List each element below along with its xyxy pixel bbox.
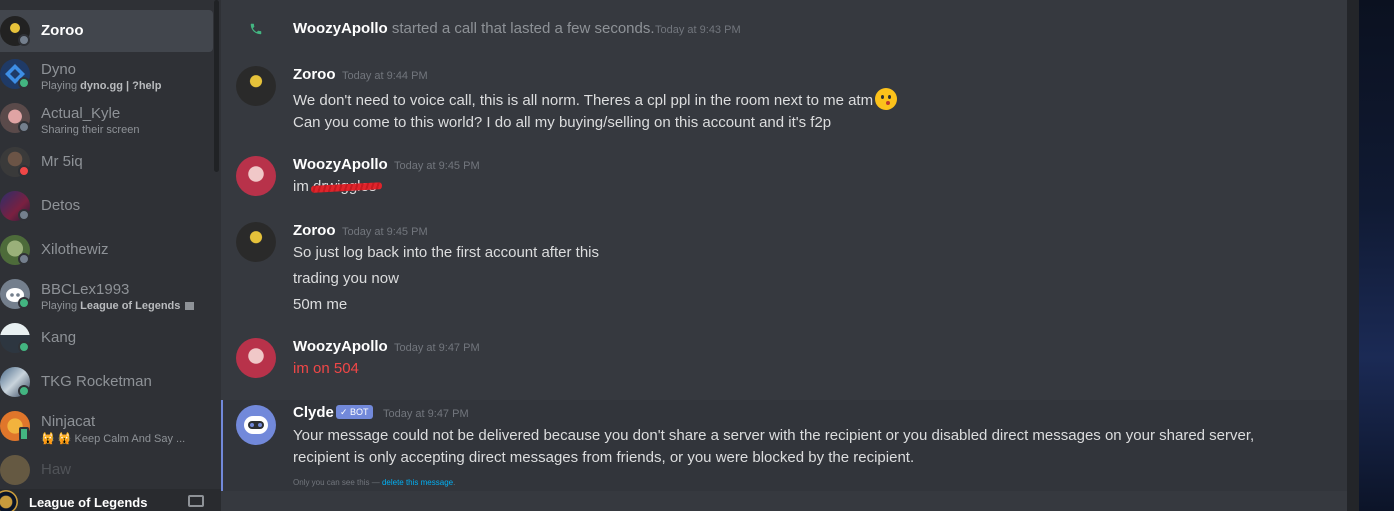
dm-item-actual-kyle[interactable]: Actual_Kyle Sharing their screen <box>0 97 213 139</box>
dm-item-bbclex1993[interactable]: BBCLex1993 Playing League of Legends <box>0 273 213 315</box>
status-offline-icon <box>18 253 30 265</box>
message-author[interactable]: Clyde <box>293 404 334 421</box>
status-online-icon <box>18 77 30 89</box>
message-text: We don't need to voice call, this is all… <box>293 88 898 110</box>
dm-item-tkg-rocketman[interactable]: TKG Rocketman <box>0 361 213 403</box>
ephemeral-text: Only you can see this — <box>293 478 382 487</box>
message-text: im on 504 <box>293 360 359 377</box>
dm-name: Xilothewiz <box>41 241 109 258</box>
voice-connection-bar: League of Legends <box>0 489 221 511</box>
status-offline-icon <box>18 34 30 46</box>
status-offline-icon <box>18 121 30 133</box>
message-author[interactable]: Zoroo <box>293 222 336 239</box>
timestamp: Today at 9:45 PM <box>394 160 480 172</box>
guild-name: League of Legends <box>29 495 148 510</box>
message-author[interactable]: WoozyApollo <box>293 156 388 173</box>
message-text: So just log back into the first account … <box>293 244 599 261</box>
dm-item-zoroo[interactable]: Zoroo <box>0 10 213 52</box>
call-user[interactable]: WoozyApollo <box>293 20 388 37</box>
desktop-background <box>1347 0 1394 511</box>
ephemeral-notice: Only you can see this — delete this mess… <box>293 478 455 487</box>
message-text: recipient is only accepting direct messa… <box>293 449 915 466</box>
delete-message-link[interactable]: delete this message <box>382 478 453 487</box>
message-text: 50m me <box>293 296 348 313</box>
message-author[interactable]: WoozyApollo <box>293 338 388 355</box>
message-group: WoozyApollo Today at 9:45 PM im drwiggle… <box>221 156 1347 200</box>
message-group: Zoroo Today at 9:44 PM We don't need to … <box>221 66 1347 136</box>
timestamp: Today at 9:47 PM <box>394 342 480 354</box>
activity-game: League of Legends <box>80 300 181 312</box>
ephemeral-end: . <box>453 478 456 487</box>
status-online-icon <box>18 341 30 353</box>
rich-presence-icon <box>185 302 195 310</box>
dm-name: TKG Rocketman <box>41 373 152 390</box>
activity-game: dyno.gg | ?help <box>80 80 162 92</box>
league-of-legends-icon <box>0 490 18 511</box>
bot-tag: ✓ BOT <box>336 405 373 419</box>
dm-item-dyno[interactable]: Dyno Playing dyno.gg | ?help <box>0 53 213 95</box>
dm-name: Haw <box>41 461 72 478</box>
dm-activity: Playing League of Legends <box>41 300 195 312</box>
call-description: started a call that lasted a few seconds… <box>387 20 655 37</box>
discord-window: Zoroo Dyno Playing dyno.gg | ?help Actua… <box>0 0 1394 511</box>
avatar[interactable] <box>236 156 276 196</box>
message-group: Zoroo Today at 9:45 PM So just log back … <box>221 222 1347 318</box>
dm-name: Detos <box>41 197 81 214</box>
clyde-avatar[interactable] <box>236 405 276 445</box>
dm-item-mr-5iq[interactable]: Mr 5iq <box>0 141 213 183</box>
message-text: Your message could not be delivered beca… <box>293 427 1255 444</box>
dm-activity: Sharing their screen <box>41 124 140 136</box>
avatar[interactable] <box>236 66 276 106</box>
dm-custom-status: 🙀 🙀 Keep Calm And Say ... <box>41 433 186 445</box>
dm-name: Ninjacat <box>41 413 96 430</box>
avatar[interactable] <box>236 338 276 378</box>
phone-icon <box>249 22 263 36</box>
activity-prefix: Playing <box>41 300 81 312</box>
message-line: We don't need to voice call, this is all… <box>293 92 874 109</box>
dm-item-xilothewiz[interactable]: Xilothewiz <box>0 229 213 271</box>
dm-list: Zoroo Dyno Playing dyno.gg | ?help Actua… <box>0 0 221 511</box>
dm-item-haw[interactable]: Haw <box>0 449 213 491</box>
activity-prefix: Playing <box>41 80 81 92</box>
dm-item-detos[interactable]: Detos <box>0 185 213 227</box>
dm-name: Zoroo <box>41 22 84 39</box>
chat-area: WoozyApollo started a call that lasted a… <box>221 0 1356 511</box>
timestamp: Today at 9:47 PM <box>383 408 469 420</box>
phone-glyph <box>250 23 262 35</box>
status-online-icon <box>18 385 30 397</box>
status-offline-icon <box>18 209 30 221</box>
clyde-system-message: Clyde ✓ BOT Today at 9:47 PM Your messag… <box>221 400 1347 491</box>
sidebar-scrollbar[interactable] <box>214 0 219 172</box>
avatar <box>0 455 30 485</box>
message-group: WoozyApollo Today at 9:47 PM im on 504 <box>221 338 1347 382</box>
dm-name: BBCLex1993 <box>41 281 130 298</box>
message-text: trading you now <box>293 270 399 287</box>
system-message-call: WoozyApollo started a call that lasted a… <box>221 0 1347 44</box>
dm-activity: Playing dyno.gg | ?help <box>41 80 161 92</box>
clyde-robot-icon <box>244 416 268 434</box>
avatar[interactable] <box>236 222 276 262</box>
message-text: im drwiggles <box>293 178 376 195</box>
message-author[interactable]: Zoroo <box>293 66 336 83</box>
dm-item-ninjacat[interactable]: Ninjacat 🙀 🙀 Keep Calm And Say ... <box>0 405 213 447</box>
dm-name: Mr 5iq <box>41 153 83 170</box>
timestamp: Today at 9:43 PM <box>655 24 741 36</box>
dm-name: Dyno <box>41 61 77 78</box>
timestamp: Today at 9:45 PM <box>342 226 428 238</box>
dm-name: Kang <box>41 329 77 346</box>
dm-name: Actual_Kyle <box>41 105 121 122</box>
timestamp: Today at 9:44 PM <box>342 70 428 82</box>
screen-share-icon[interactable] <box>188 495 204 507</box>
message-line: im <box>293 178 313 195</box>
status-online-icon <box>18 297 30 309</box>
scribbled-out-text: drwiggles <box>313 178 377 195</box>
window-edge <box>1347 0 1359 511</box>
shushing-face-emoji-icon <box>875 88 898 110</box>
call-text: WoozyApollo started a call that lasted a… <box>293 20 655 37</box>
status-dnd-icon <box>18 165 30 177</box>
dm-item-kang[interactable]: Kang <box>0 317 213 359</box>
message-text: Can you come to this world? I do all my … <box>293 114 832 131</box>
status-mobile-icon <box>19 427 29 441</box>
